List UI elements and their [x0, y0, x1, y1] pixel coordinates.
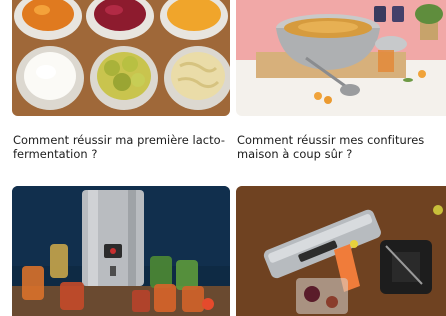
- article-image-jam-pot[interactable]: [236, 0, 446, 116]
- article-title[interactable]: Comment réussir mes confitures maison à …: [237, 133, 446, 161]
- article-title[interactable]: Comment réussir ma première lacto-fermen…: [13, 133, 227, 161]
- article-image-fermentation-bowls[interactable]: [12, 0, 230, 116]
- article-image-vacuum-sealer[interactable]: [236, 186, 446, 316]
- article-grid: Comment réussir ma première lacto-fermen…: [0, 0, 446, 316]
- article-image-sterilizer-jars[interactable]: [12, 186, 230, 316]
